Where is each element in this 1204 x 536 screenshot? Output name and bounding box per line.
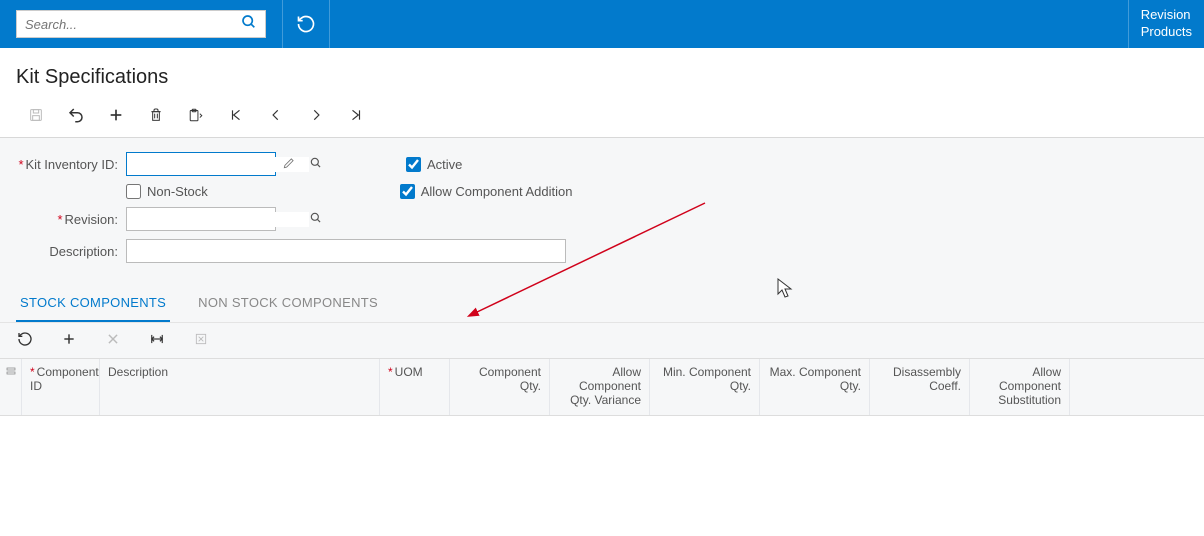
col-component-id[interactable]: *Component ID <box>22 359 100 415</box>
grid-fit-button[interactable] <box>148 332 166 349</box>
grid-header: *Component ID Description *UOM Component… <box>0 359 1204 416</box>
lookup-icon[interactable] <box>309 211 323 228</box>
add-button[interactable] <box>96 103 136 127</box>
last-button[interactable] <box>336 103 376 127</box>
nonstock-label: Non-Stock <box>147 184 208 199</box>
form-area: *Kit Inventory ID: Active Non-Stock <box>0 138 1204 279</box>
grid-delete-button[interactable] <box>104 332 122 349</box>
lookup-icon[interactable] <box>309 156 323 173</box>
row-selector-header[interactable] <box>0 359 22 415</box>
nonstock-checkbox[interactable]: Non-Stock <box>126 184 208 199</box>
tab-stock-components[interactable]: STOCK COMPONENTS <box>16 289 170 322</box>
col-description[interactable]: Description <box>100 359 380 415</box>
active-checkbox[interactable]: Active <box>406 157 462 172</box>
col-min-qty[interactable]: Min. Component Qty. <box>650 359 760 415</box>
allow-component-addition-input[interactable] <box>400 184 415 199</box>
col-max-qty[interactable]: Max. Component Qty. <box>760 359 870 415</box>
undo-button[interactable] <box>56 103 96 127</box>
revision-input[interactable] <box>133 212 309 227</box>
clipboard-button[interactable] <box>176 103 216 127</box>
page-title: Kit Specifications <box>0 48 1204 99</box>
allow-component-addition-checkbox[interactable]: Allow Component Addition <box>400 184 573 199</box>
topbar: Revision Products <box>0 0 1204 48</box>
col-disassembly-coeff[interactable]: Disassembly Coeff. <box>870 359 970 415</box>
search-icon[interactable] <box>241 14 257 35</box>
row-kit-inventory: *Kit Inventory ID: Active <box>16 152 1188 176</box>
search-input[interactable] <box>25 17 241 32</box>
grid-toolbar <box>0 322 1204 358</box>
search-box[interactable] <box>16 10 266 38</box>
revision-lookup[interactable] <box>126 207 276 231</box>
prev-button[interactable] <box>256 103 296 127</box>
description-label: Description: <box>16 244 126 259</box>
row-description: Description: <box>16 239 1188 263</box>
description-input[interactable] <box>126 239 566 263</box>
next-button[interactable] <box>296 103 336 127</box>
active-label: Active <box>427 157 462 172</box>
save-button[interactable] <box>16 103 56 127</box>
kit-inventory-lookup[interactable] <box>126 152 276 176</box>
tab-nonstock-components[interactable]: NON STOCK COMPONENTS <box>194 289 382 322</box>
nonstock-checkbox-input[interactable] <box>126 184 141 199</box>
allow-component-addition-label: Allow Component Addition <box>421 184 573 199</box>
grid-add-button[interactable] <box>60 332 78 349</box>
col-uom[interactable]: *UOM <box>380 359 450 415</box>
edit-icon[interactable] <box>282 156 296 173</box>
row-nonstock: Non-Stock Allow Component Addition <box>16 184 1188 199</box>
col-allow-qty-variance[interactable]: Allow Component Qty. Variance <box>550 359 650 415</box>
topbar-right-line1: Revision <box>1141 6 1192 23</box>
active-checkbox-input[interactable] <box>406 157 421 172</box>
topbar-right[interactable]: Revision Products <box>1128 0 1204 48</box>
main-toolbar <box>0 99 1204 138</box>
checkbox-column: Active <box>406 157 462 172</box>
row-revision: *Revision: <box>16 207 1188 231</box>
revision-label: *Revision: <box>16 212 126 227</box>
grid: *Component ID Description *UOM Component… <box>0 358 1204 536</box>
topbar-right-line2: Products <box>1141 23 1192 40</box>
col-allow-substitution[interactable]: Allow Component Substitution <box>970 359 1070 415</box>
refresh-button[interactable] <box>282 0 330 48</box>
kit-inventory-label: *Kit Inventory ID: <box>16 157 126 172</box>
first-button[interactable] <box>216 103 256 127</box>
delete-button[interactable] <box>136 103 176 127</box>
col-component-qty[interactable]: Component Qty. <box>450 359 550 415</box>
tabs: STOCK COMPONENTS NON STOCK COMPONENTS <box>0 279 1204 322</box>
grid-refresh-button[interactable] <box>16 331 34 350</box>
grid-export-button[interactable] <box>192 332 210 349</box>
grid-body[interactable] <box>0 416 1204 536</box>
